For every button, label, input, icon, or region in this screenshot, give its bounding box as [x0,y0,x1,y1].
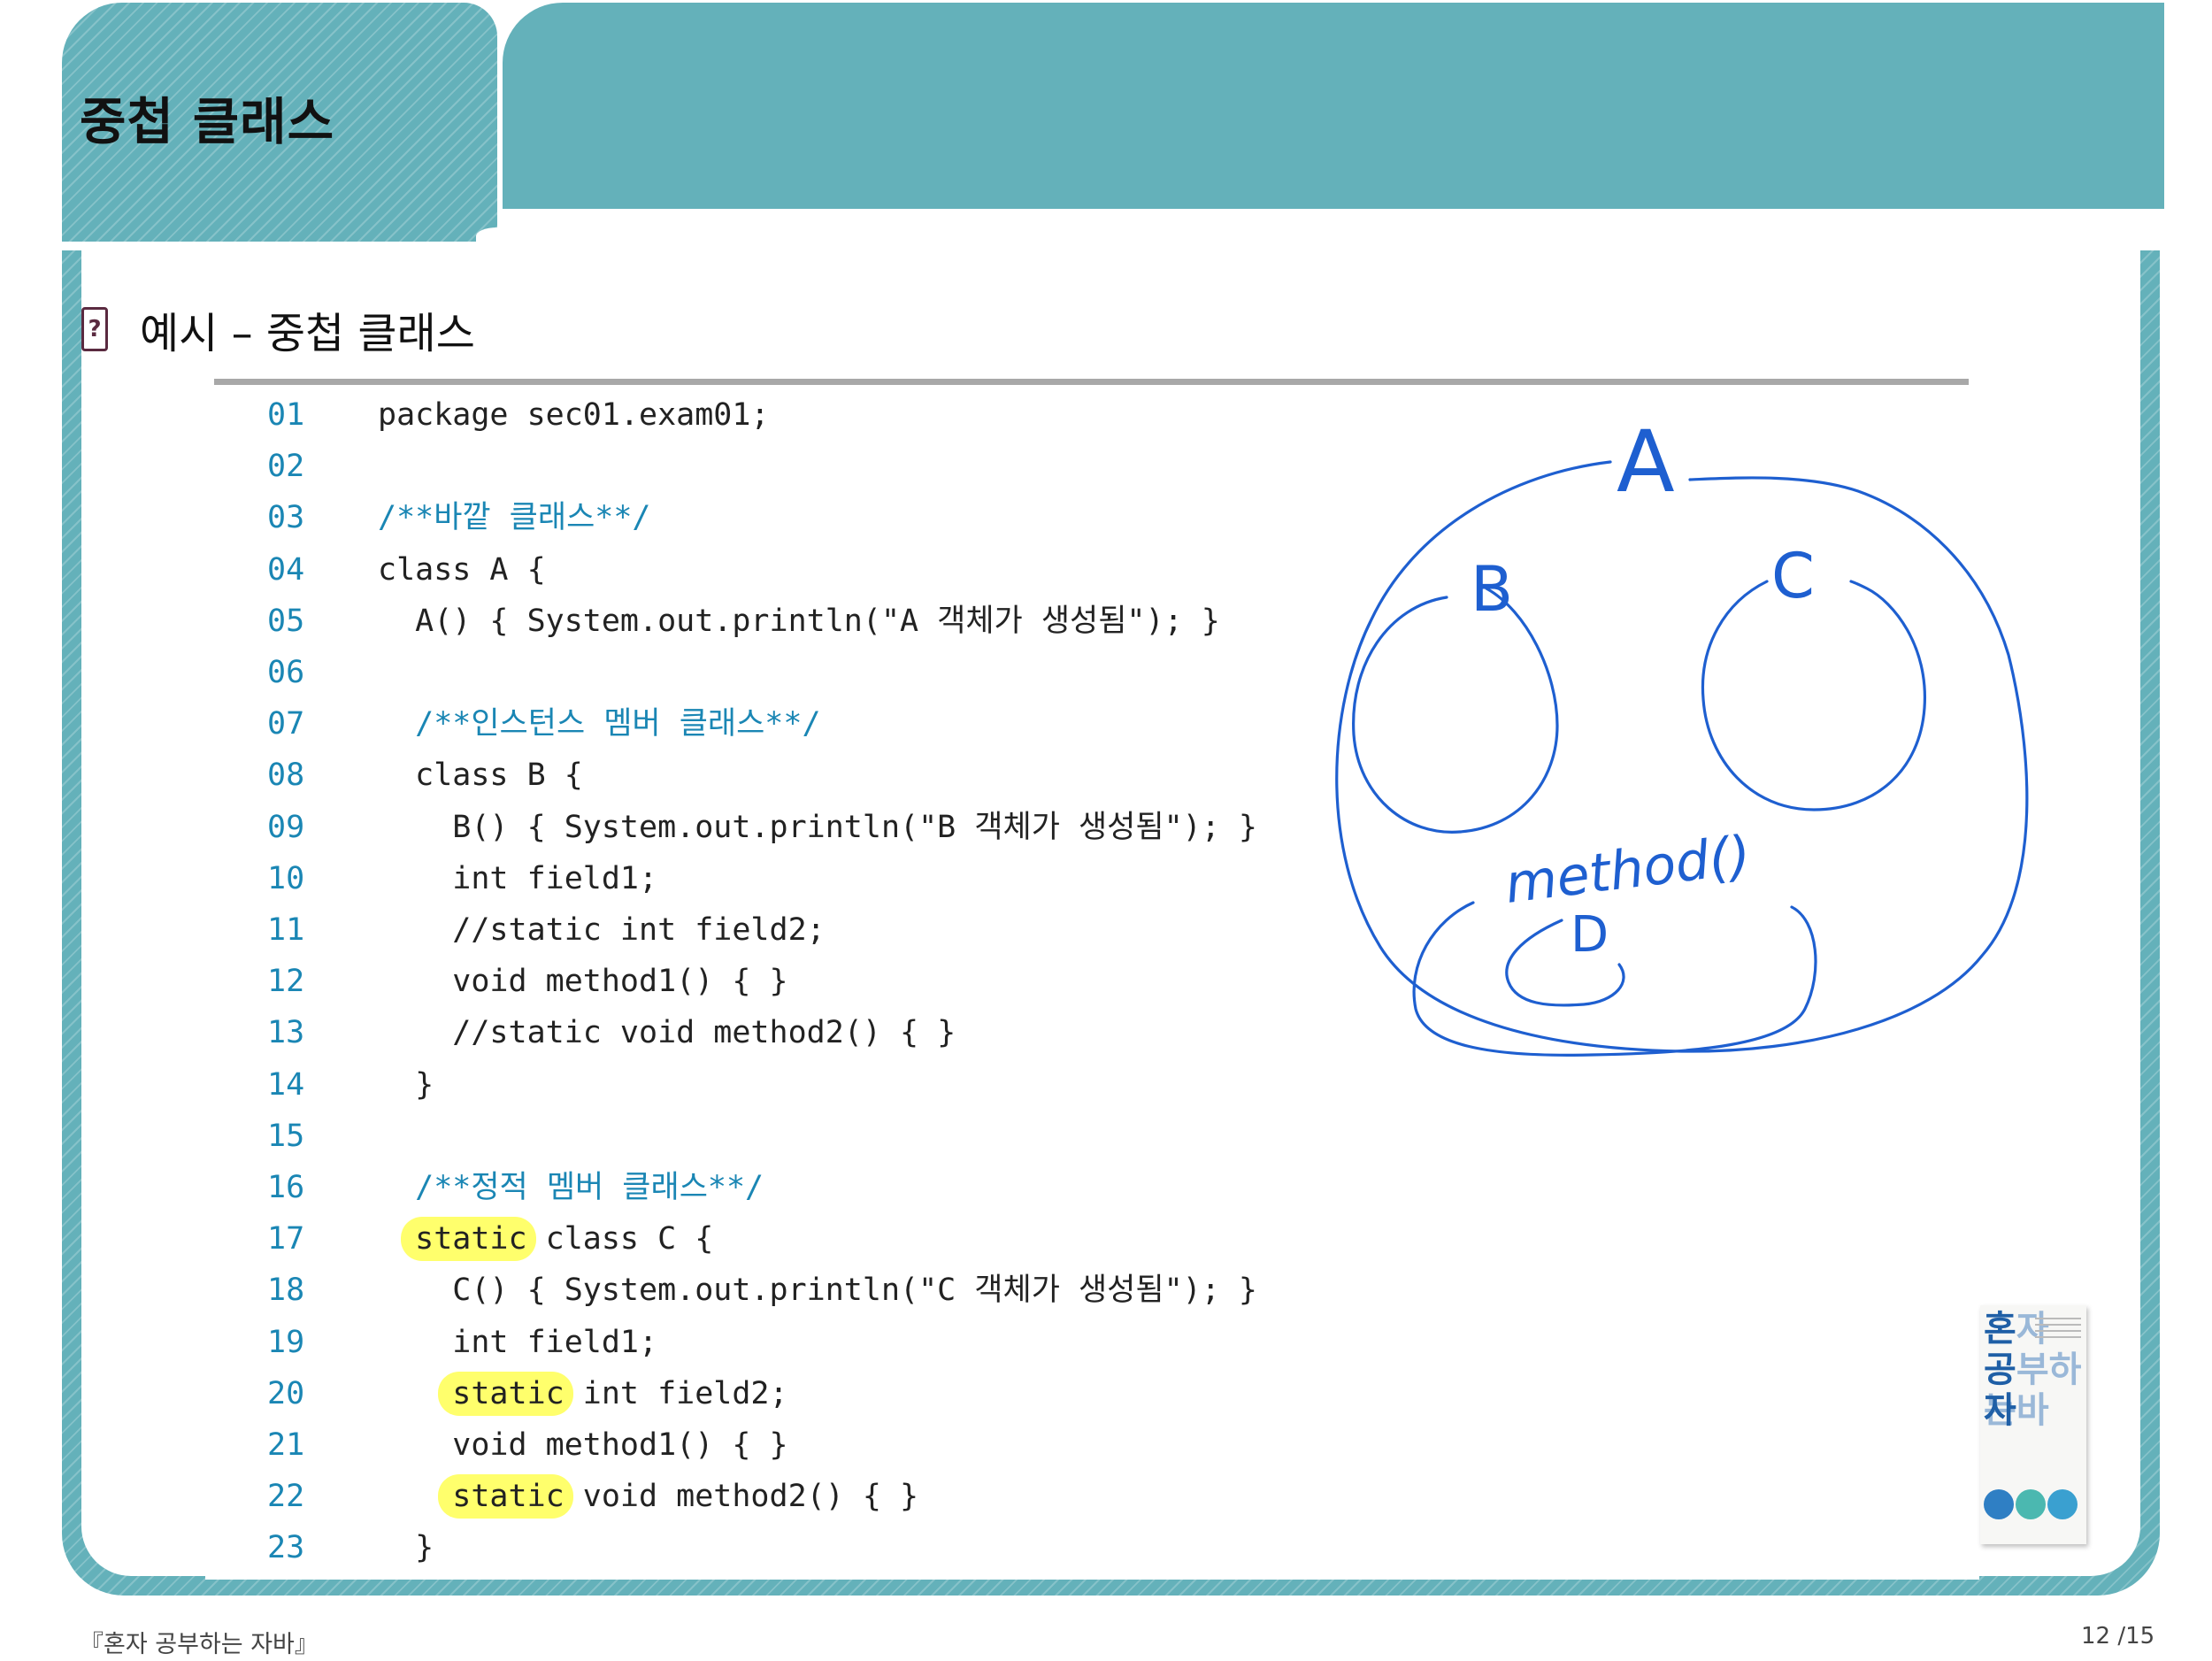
code-text: //static void method2() { } [378,1015,956,1051]
annotation-label-c: C [1771,540,1815,612]
line-number: 09 [267,809,305,845]
line-number: 20 [267,1375,305,1411]
book-cover-char: 자 [1984,1390,2016,1431]
book-cover-char: 공 [1984,1350,2016,1390]
line-number: 03 [267,500,305,536]
code-text: B() { System.out.println("B 객체가 생성됨"); } [378,809,1257,845]
code-text: } [378,1530,434,1566]
circle-c [1701,580,1926,811]
line-number: 02 [267,449,305,485]
code-text: static void method2() { } [378,1479,919,1515]
code-comment: /**정적 멤버 클래스**/ [378,1170,764,1205]
line-number: 23 [267,1530,305,1566]
line-number: 07 [267,706,305,742]
line-number: 17 [267,1221,305,1257]
code-text: //static int field2; [378,912,826,948]
code-text: } [378,1066,434,1103]
code-text: static int field2; [378,1375,788,1411]
line-number: 22 [267,1479,305,1515]
line-number: 12 [267,964,305,1000]
footer-book-title: 『혼자 공부하는 자바』 [80,1631,319,1658]
code-comment: /**인스턴스 멤버 클래스**/ [378,706,821,742]
code-top-rule [214,379,1969,385]
header-band [503,3,2164,209]
book-cover-char: 바 [2016,1390,2049,1431]
title-tab-notch [476,227,518,245]
book-cover-badge [2016,1489,2046,1519]
line-number: 21 [267,1427,305,1463]
page-number: 12 /15 [2081,1623,2155,1649]
code-text: int field1; [378,860,658,896]
code-text: void method1() { } [378,1427,788,1463]
circle-b [1352,587,1559,834]
book-cover-badge [1984,1489,2014,1519]
annotation-label-d: D [1571,906,1609,964]
annotation-label-b: B [1471,553,1513,626]
code-text: class A { [378,551,546,588]
page-title: 중첩 클래스 [80,93,335,151]
code-text: static class C { [378,1221,714,1257]
line-number: 16 [267,1170,305,1205]
line-number: 15 [267,1118,305,1154]
question-box-icon: ? [81,307,108,351]
line-number: 19 [267,1324,305,1360]
code-comment: /**바깥 클래스**/ [378,500,651,536]
line-number: 13 [267,1015,305,1051]
line-number: 05 [267,603,305,639]
code-text: C() { System.out.println("C 객체가 생성됨"); } [378,1273,1257,1309]
line-number: 10 [267,860,305,896]
outer-circle-a [1335,460,2029,1053]
code-text: class B { [378,757,583,794]
line-number: 11 [267,912,305,948]
code-text: A() { System.out.println("A 객체가 생성됨"); } [378,603,1220,639]
line-number: 18 [267,1273,305,1309]
code-text: int field1; [378,1324,658,1360]
annotation-label-a: A [1617,412,1675,511]
line-number: 04 [267,551,305,588]
line-number: 14 [267,1066,305,1103]
circle-method [1412,901,1817,1057]
code-text: package sec01.exam01; [378,397,770,433]
section-heading-text: 예시 – 중첩 클래스 [140,309,475,358]
annotation-label-method: method() [1502,824,1754,915]
book-cover-char: 혼 [1984,1309,2016,1350]
section-heading: ? 예시 – 중첩 클래스 [81,294,475,365]
line-number: 01 [267,397,305,433]
book-cover-image: 혼자 공부하는 자바 [1980,1305,2086,1544]
book-cover-badge [2047,1489,2078,1519]
book-cover-small-print [2035,1318,2081,1342]
line-number: 08 [267,757,305,794]
line-number: 06 [267,655,305,690]
code-text: void method1() { } [378,964,788,1000]
handwritten-annotation: A B C method() D [1335,412,2029,1057]
